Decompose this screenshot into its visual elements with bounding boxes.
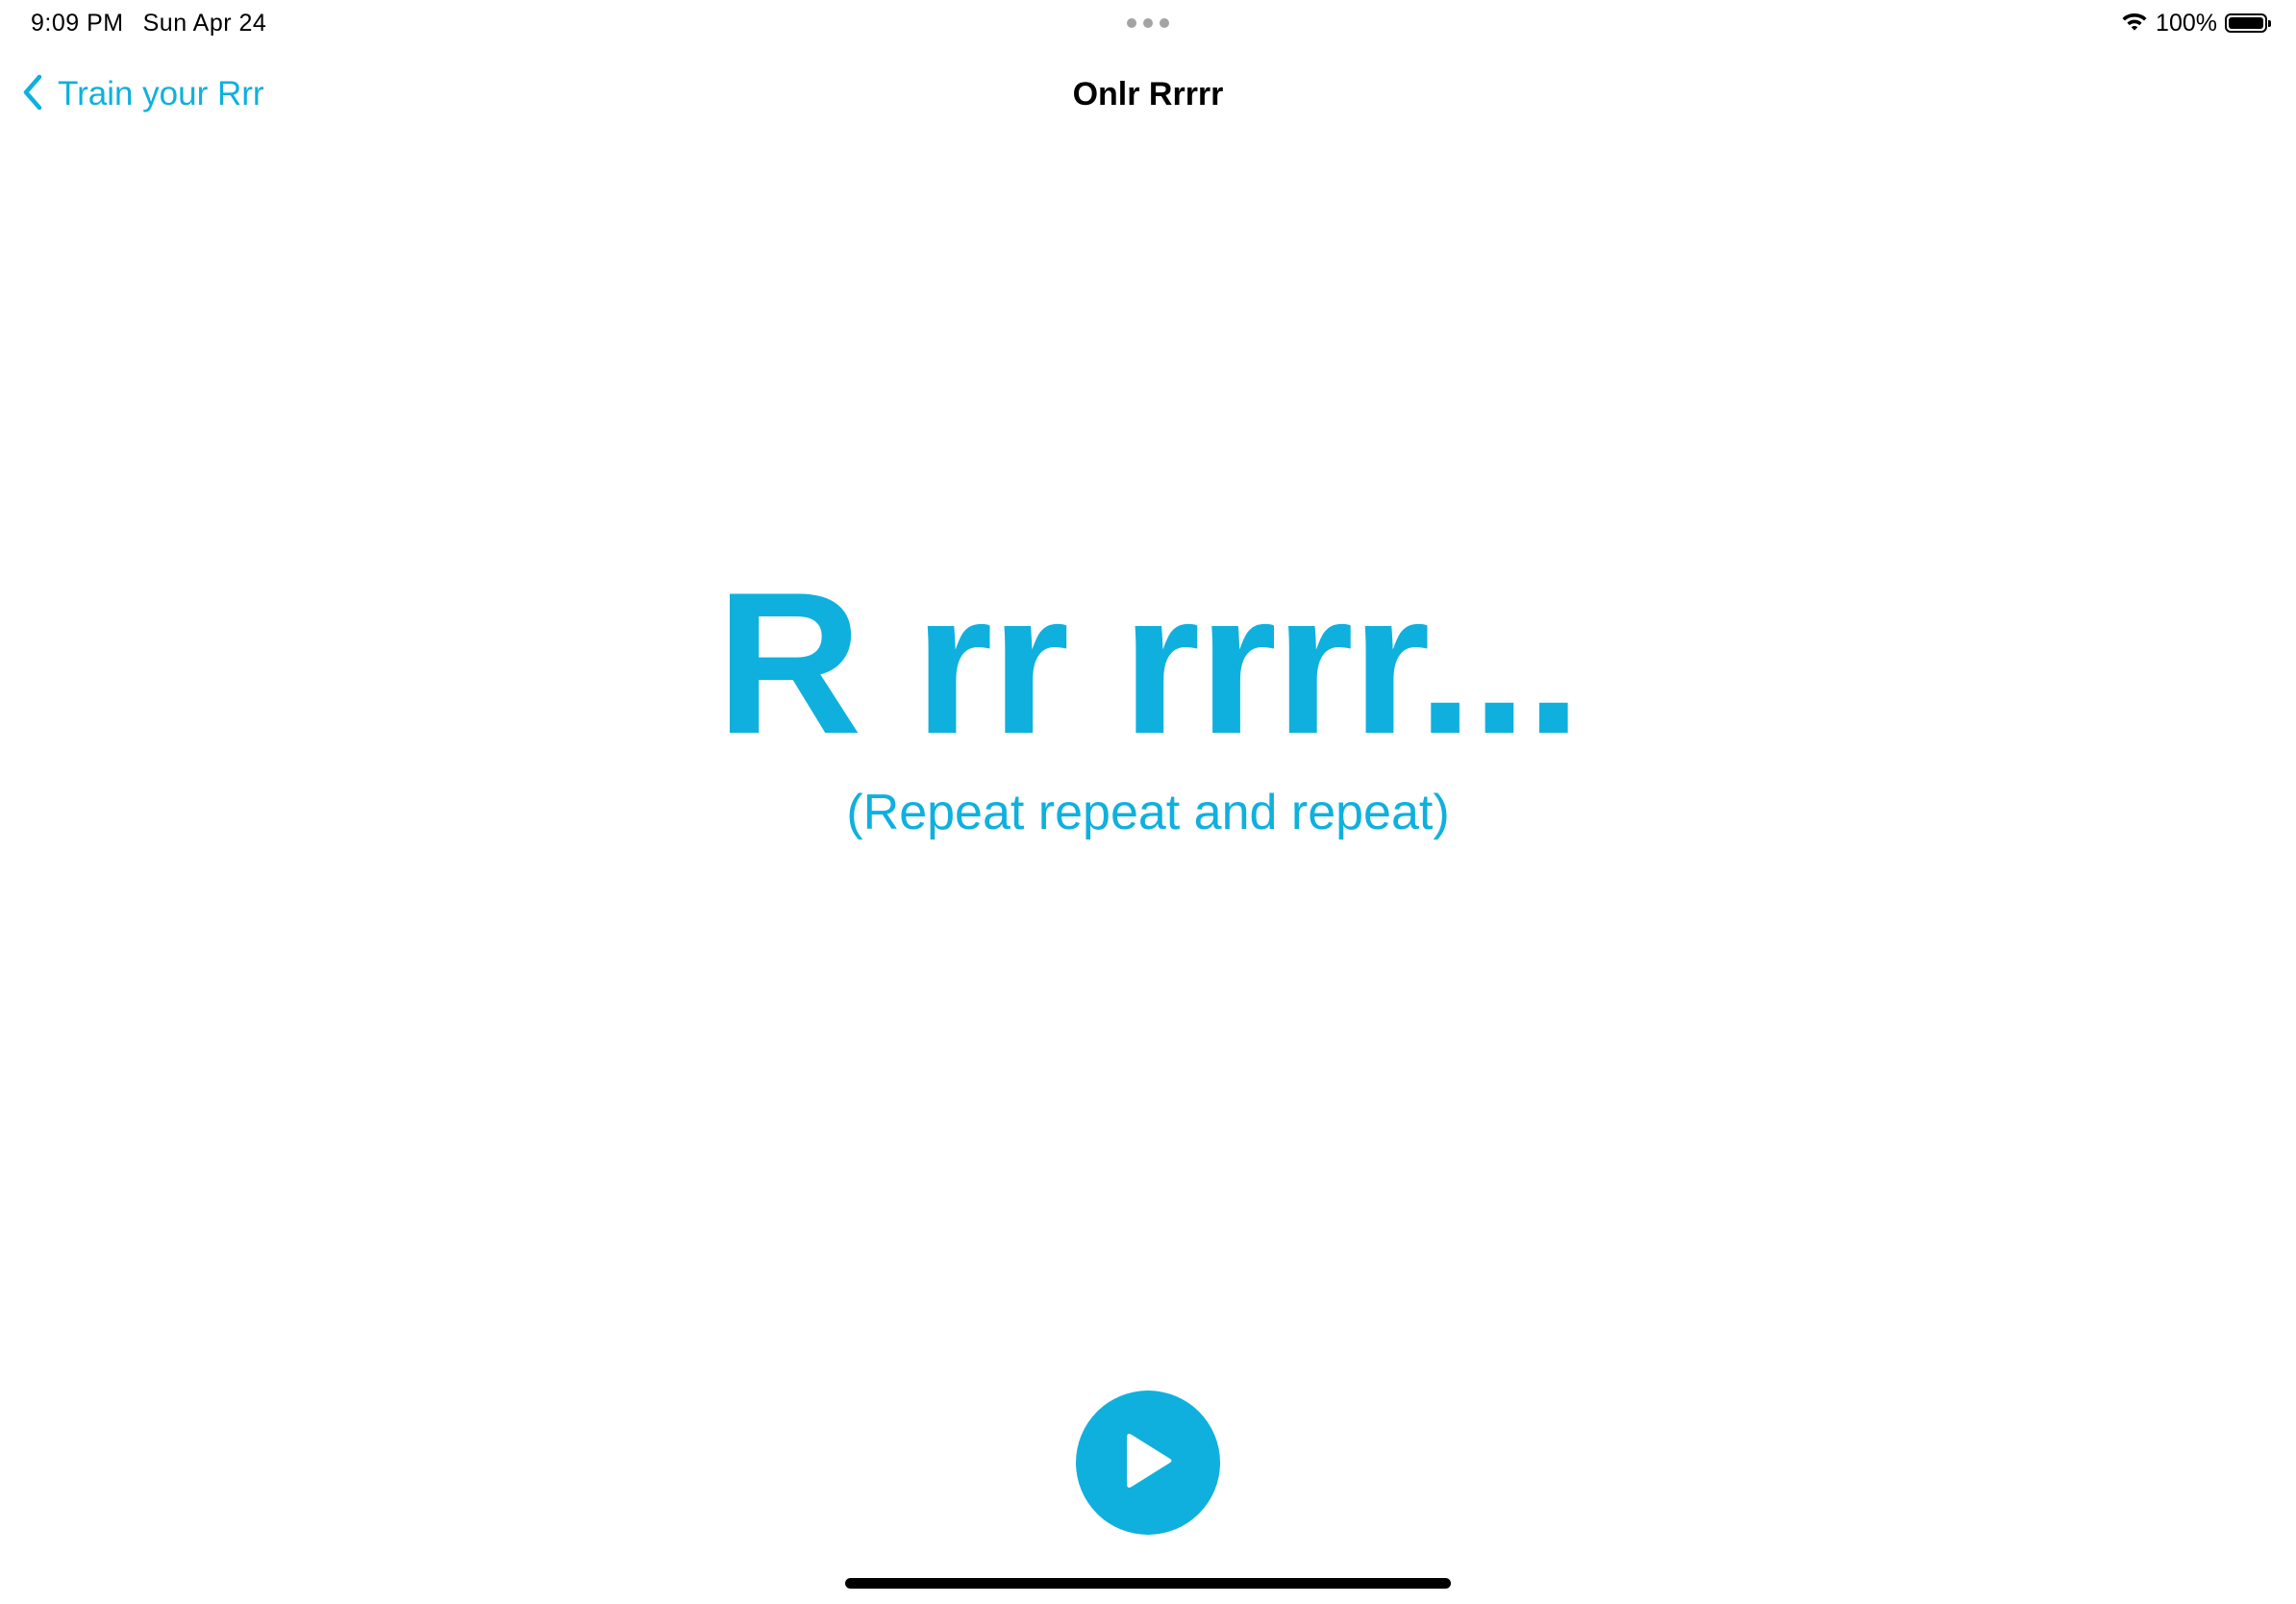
- status-bar-right: 100%: [2121, 8, 2271, 38]
- status-date: Sun Apr 24: [142, 10, 267, 37]
- dot: [1160, 18, 1169, 28]
- multitask-dots-icon[interactable]: [1127, 17, 1169, 29]
- status-bar-left: 9:09 PM Sun Apr 24: [31, 8, 266, 38]
- battery-icon: [2225, 13, 2271, 33]
- screen: 9:09 PM Sun Apr 24 100% Train your Rrr On…: [0, 0, 2296, 1604]
- status-time: 9:09 PM: [31, 10, 124, 37]
- home-indicator[interactable]: [845, 1578, 1451, 1589]
- page-title: Onlr Rrrrr: [1072, 76, 1224, 113]
- battery-fill: [2229, 17, 2263, 29]
- play-button[interactable]: [1076, 1391, 1220, 1535]
- dot: [1127, 18, 1136, 28]
- play-icon: [1118, 1427, 1178, 1499]
- battery-percent: 100%: [2156, 10, 2217, 37]
- exercise-headline: R rr rrrr...: [715, 550, 1582, 776]
- exercise-instruction: (Repeat repeat and repeat): [846, 785, 1450, 840]
- wifi-icon: [2121, 11, 2148, 37]
- dot: [1143, 18, 1153, 28]
